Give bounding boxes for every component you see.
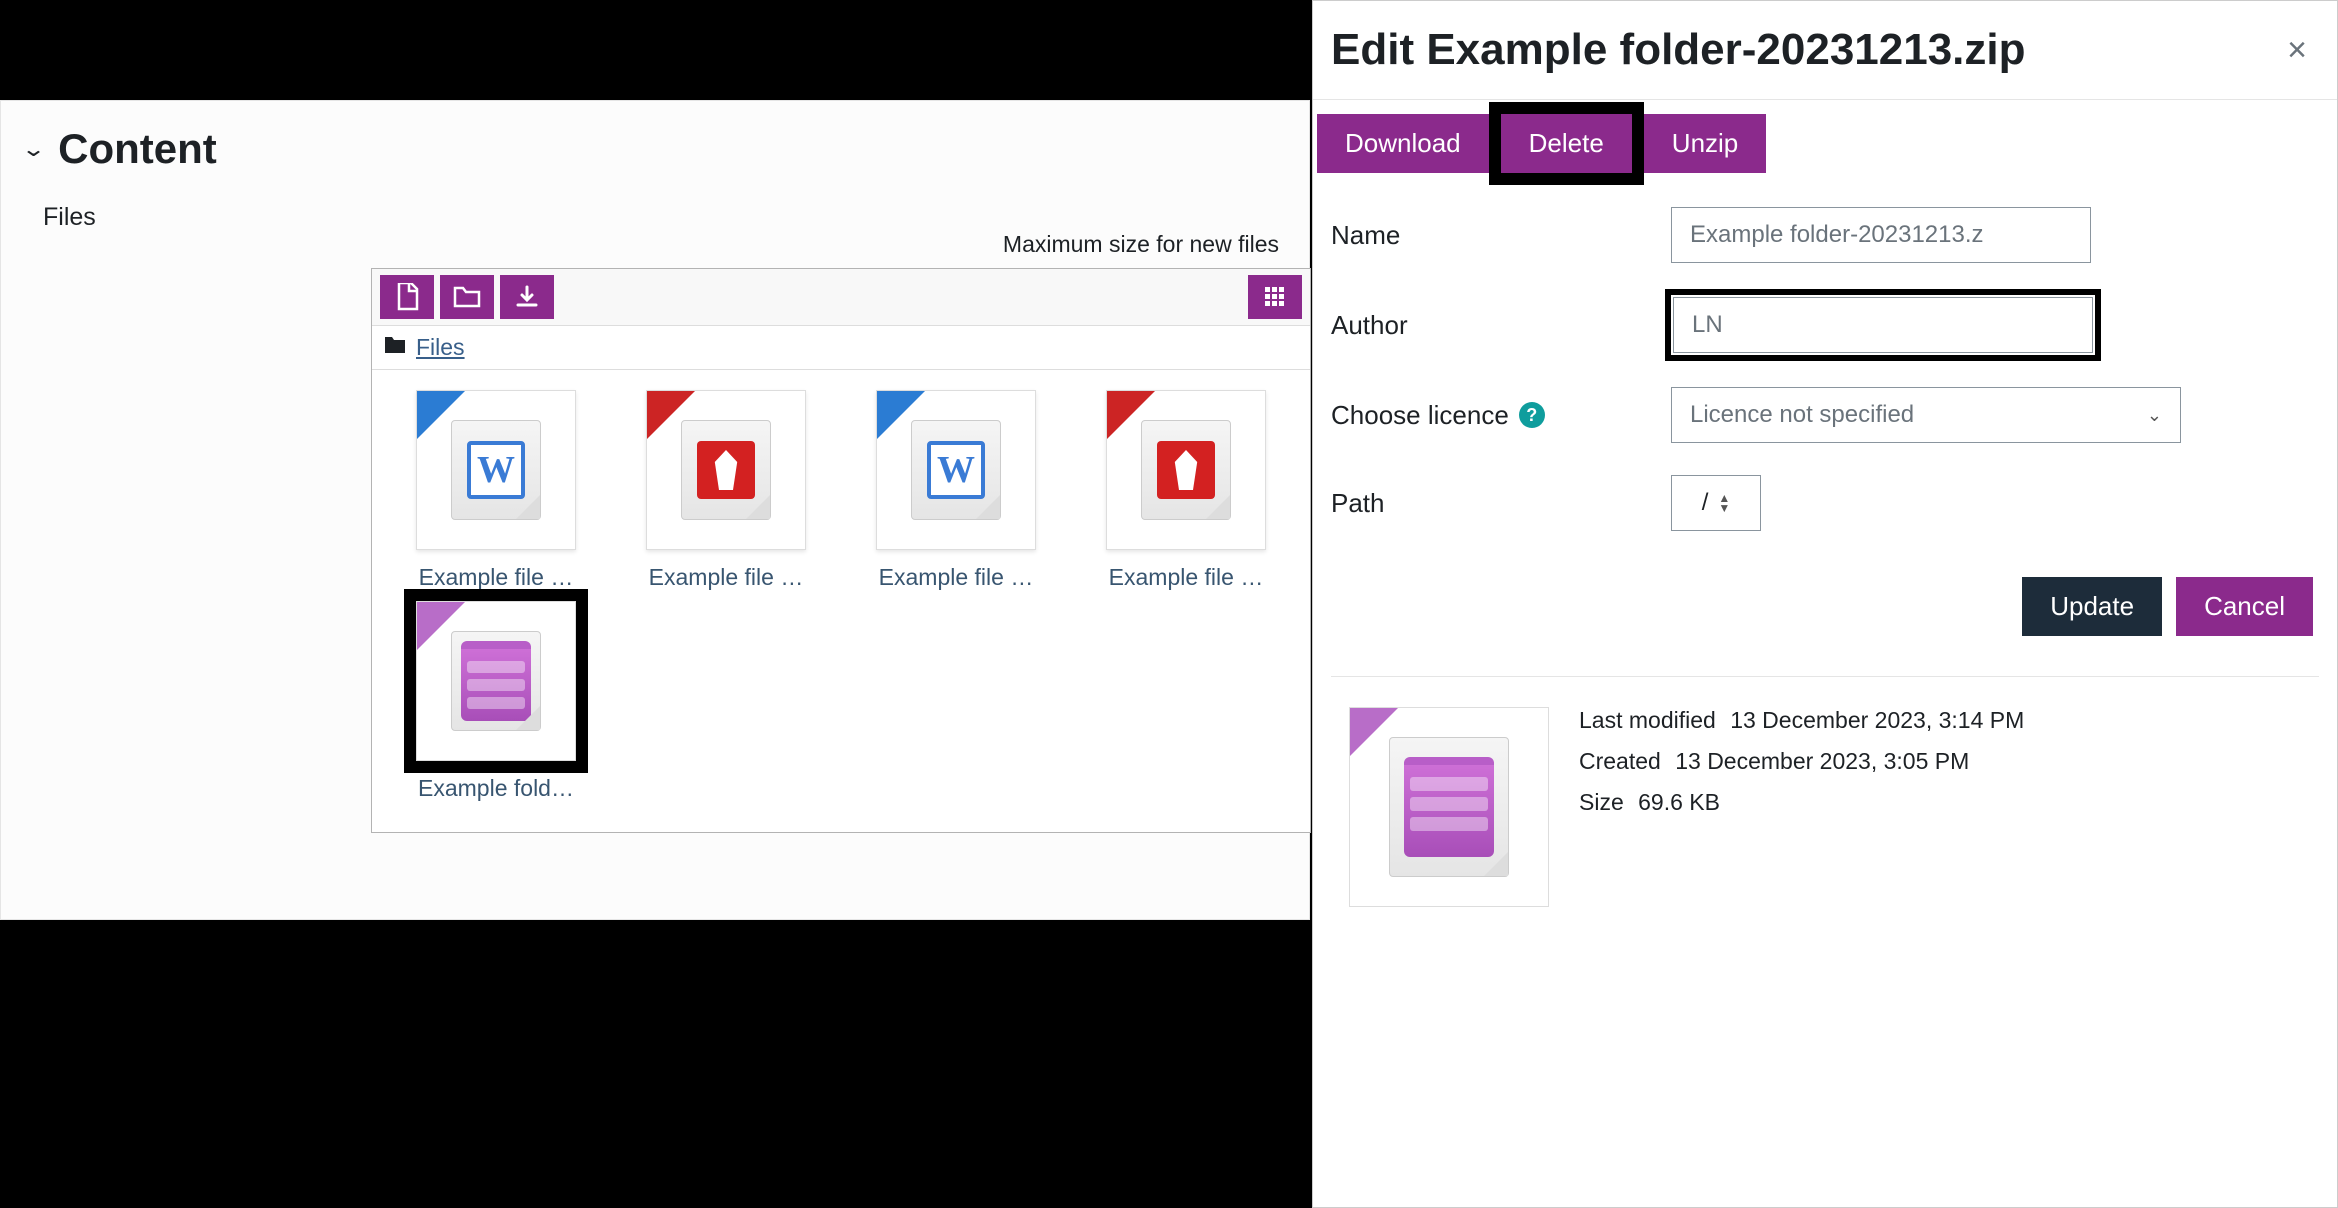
file-name: Example file … [616,564,836,591]
size-label: Size [1579,789,1624,815]
pdf-icon [697,441,755,499]
file-name: Example file … [1076,564,1296,591]
last-modified-label: Last modified [1579,707,1716,733]
download-icon [515,285,539,309]
files-area: Maximum size for new files [371,231,1309,833]
section-header[interactable]: ⌄ Content [1,101,1309,183]
dialog-footer: Update Cancel [1313,547,2337,676]
close-button[interactable]: × [2287,31,2307,70]
author-label: Author [1331,310,1671,341]
chevron-down-icon: ⌄ [21,137,46,162]
breadcrumb-link[interactable]: Files [416,334,465,361]
last-modified-row: Last modified 13 December 2023, 3:14 PM [1579,707,2024,734]
file-name: Example fold… [386,775,606,802]
name-row: Name [1313,191,2337,279]
add-folder-button[interactable] [440,275,494,319]
archive-icon [1404,757,1494,857]
file-picker: Files W Example file … Exa [371,268,1311,833]
file-name: Example file … [846,564,1066,591]
file-name: Example file … [386,564,606,591]
file-thumbnail: W [876,390,1036,550]
folder-icon [453,286,481,308]
edit-file-dialog: Edit Example folder-20231213.zip × Downl… [1312,0,2338,1208]
dialog-title: Edit Example folder-20231213.zip [1331,25,2026,75]
author-input[interactable] [1673,297,2093,353]
licence-label: Choose licence ? [1331,400,1671,431]
add-file-button[interactable] [380,275,434,319]
chevron-down-icon: ⌄ [2147,405,2162,426]
path-value: / [1702,489,1709,517]
metadata-list: Last modified 13 December 2023, 3:14 PM … [1579,707,2024,907]
file-grid: W Example file … Example file … [372,370,1310,832]
delete-button[interactable]: Delete [1501,114,1632,173]
download-all-button[interactable] [500,275,554,319]
file-thumbnail: W [416,390,576,550]
download-button[interactable]: Download [1317,114,1489,173]
size-row: Size 69.6 KB [1579,789,2024,816]
path-row: Path / ▲▼ [1313,459,2337,547]
cancel-button[interactable]: Cancel [2176,577,2313,636]
licence-row: Choose licence ? Licence not specified ⌄ [1313,371,2337,459]
file-toolbar [372,269,1310,326]
unzip-button[interactable]: Unzip [1644,114,1766,173]
path-select[interactable]: / ▲▼ [1671,475,1761,531]
file-preview [1349,707,1549,907]
max-size-text: Maximum size for new files [371,231,1309,258]
file-item[interactable]: Example file … [1076,390,1296,591]
breadcrumb: Files [372,326,1310,370]
name-input[interactable] [1671,207,2091,263]
help-icon[interactable]: ? [1519,402,1545,428]
file-icon [395,283,419,311]
licence-select[interactable]: Licence not specified ⌄ [1671,387,2181,443]
action-row: Download Delete Unzip [1317,100,2337,191]
file-item[interactable]: W Example file … [846,390,1066,591]
created-label: Created [1579,748,1661,774]
file-metadata: Last modified 13 December 2023, 3:14 PM … [1331,676,2319,937]
file-thumbnail [416,601,576,761]
grid-icon [1264,286,1286,308]
size-value: 69.6 KB [1638,789,1720,815]
pdf-icon [1157,441,1215,499]
section-title: Content [58,125,217,173]
sort-arrows-icon: ▲▼ [1718,493,1730,513]
update-button[interactable]: Update [2022,577,2162,636]
grid-view-button[interactable] [1248,275,1302,319]
close-icon: × [2287,31,2307,69]
file-item[interactable]: Example file … [616,390,836,591]
last-modified-value: 13 December 2023, 3:14 PM [1730,707,2024,733]
word-icon: W [467,441,525,499]
file-item[interactable]: W Example file … [386,390,606,591]
path-label: Path [1331,488,1671,519]
content-section: ⌄ Content Files Maximum size for new fil… [0,100,1310,920]
word-icon: W [927,441,985,499]
created-value: 13 December 2023, 3:05 PM [1675,748,1969,774]
files-label: Files [1,183,1309,232]
file-thumbnail [1106,390,1266,550]
file-thumbnail [646,390,806,550]
folder-icon [384,336,406,360]
author-row: Author [1313,279,2337,371]
dialog-header: Edit Example folder-20231213.zip × [1313,1,2337,99]
file-item[interactable]: Example fold… [386,601,606,802]
created-row: Created 13 December 2023, 3:05 PM [1579,748,2024,775]
licence-value: Licence not specified [1690,401,1914,429]
name-label: Name [1331,220,1671,251]
